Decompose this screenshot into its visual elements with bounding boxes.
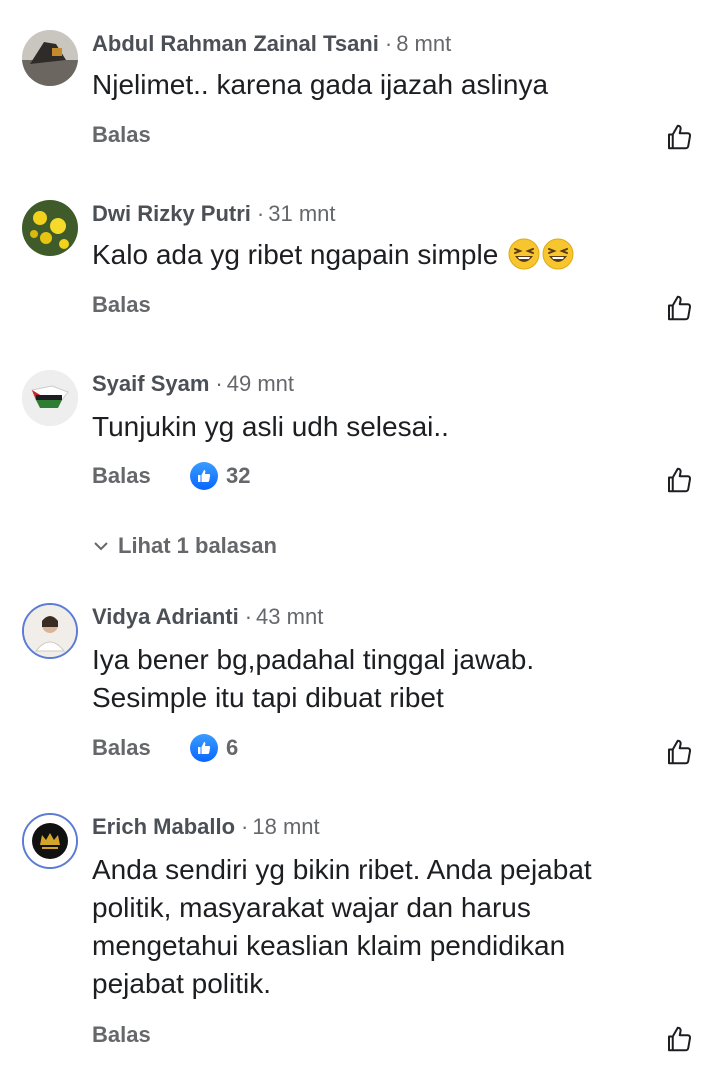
reply-button[interactable]: Balas [92, 121, 151, 149]
comment-meta: Vidya Adrianti · 43 mnt [92, 603, 323, 631]
laughing-emoji-icon [542, 238, 574, 270]
like-count: 6 [226, 735, 239, 760]
author-name[interactable]: Erich Maballo [92, 814, 235, 839]
comment-text-line: mengetahui keaslian klaim pendidikan [92, 930, 566, 961]
avatar[interactable] [22, 603, 78, 659]
thumbs-up-outline-icon[interactable] [664, 122, 694, 152]
comment-meta: Syaif Syam · 49 mnt [92, 370, 294, 398]
avatar[interactable] [22, 813, 78, 869]
comment-meta: Dwi Rizky Putri · 31 mnt [92, 200, 336, 228]
timestamp[interactable]: 43 mnt [256, 604, 323, 629]
comment-meta: Abdul Rahman Zainal Tsani · 8 mnt [92, 30, 451, 58]
comment-meta: Erich Maballo · 18 mnt [92, 813, 320, 841]
author-name[interactable]: Dwi Rizky Putri [92, 201, 251, 226]
reaction-count[interactable]: 32 [190, 462, 250, 490]
avatar[interactable] [22, 370, 78, 426]
comment-text-line: Iya bener bg,padahal tinggal jawab. [92, 644, 535, 675]
comment-text-content: Kalo ada yg ribet ngapain simple [92, 239, 499, 270]
comment-text-line: pejabat politik. [92, 968, 272, 999]
comment-text: Anda sendiri yg bikin ribet. Anda pejaba… [92, 851, 692, 1003]
thumbs-up-outline-icon[interactable] [664, 465, 694, 495]
thumbs-up-outline-icon[interactable] [664, 293, 694, 323]
timestamp[interactable]: 18 mnt [252, 814, 319, 839]
separator: · [241, 814, 249, 839]
thumbs-up-outline-icon[interactable] [664, 1024, 694, 1054]
laughing-emoji-icon [508, 238, 540, 270]
reply-button[interactable]: Balas [92, 734, 151, 762]
like-reaction-icon [190, 462, 218, 490]
like-reaction-icon [190, 734, 218, 762]
view-replies-label: Lihat 1 balasan [118, 533, 277, 558]
reply-button[interactable]: Balas [92, 462, 151, 490]
separator: · [215, 371, 223, 396]
thumbs-up-outline-icon[interactable] [664, 737, 694, 767]
timestamp[interactable]: 8 mnt [396, 31, 451, 56]
separator: · [244, 604, 253, 629]
comment-text: Iya bener bg,padahal tinggal jawab. Sesi… [92, 641, 692, 717]
comment-text-line: Anda sendiri yg bikin ribet. Anda pejaba… [92, 854, 592, 885]
author-name[interactable]: Syaif Syam [92, 371, 209, 396]
like-count: 32 [226, 463, 251, 488]
comment-text-line: Tunjukin yg asli udh selesai.. [92, 411, 449, 442]
reply-button[interactable]: Balas [92, 291, 151, 319]
avatar[interactable] [22, 30, 78, 86]
comment-text: Njelimet.. karena gada ijazah aslinya [92, 66, 692, 104]
reaction-count[interactable]: 6 [190, 734, 238, 762]
comment-text-line: Njelimet.. karena gada ijazah aslinya [92, 69, 549, 100]
view-replies-link[interactable]: Lihat 1 balasan [92, 532, 277, 560]
comment-text-line: Sesimple itu tapi dibuat ribet [92, 682, 444, 713]
timestamp[interactable]: 49 mnt [227, 371, 294, 396]
reply-button[interactable]: Balas [92, 1021, 151, 1049]
timestamp[interactable]: 31 mnt [268, 201, 335, 226]
comment-text-line: Kalo ada yg ribet ngapain simple [92, 236, 692, 274]
comment-text-line: politik, masyarakat wajar dan harus [92, 892, 531, 923]
separator: · [384, 31, 393, 56]
author-name[interactable]: Vidya Adrianti [92, 604, 239, 629]
comment-text: Kalo ada yg ribet ngapain simple [92, 236, 692, 274]
separator: · [256, 201, 265, 226]
chevron-down-icon [94, 542, 108, 551]
comment-text: Tunjukin yg asli udh selesai.. [92, 408, 692, 446]
avatar[interactable] [22, 200, 78, 256]
author-name[interactable]: Abdul Rahman Zainal Tsani [92, 31, 379, 56]
